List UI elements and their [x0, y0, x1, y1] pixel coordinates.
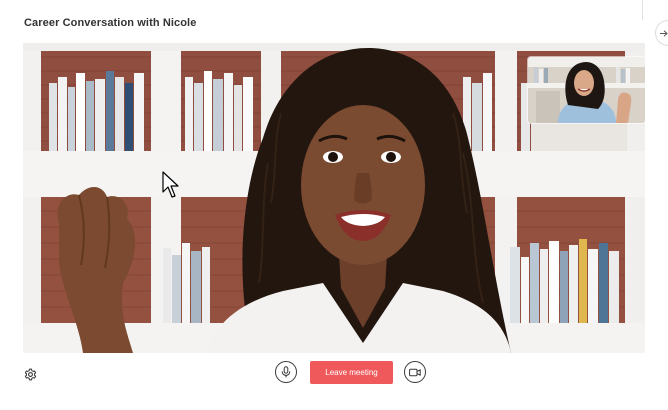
meeting-controls: Leave meeting: [0, 353, 668, 393]
self-view-video: [528, 57, 645, 123]
leave-meeting-button[interactable]: Leave meeting: [310, 361, 393, 384]
video-camera-icon: [409, 368, 421, 376]
meeting-title: Career Conversation with Nicole: [24, 17, 197, 29]
divider: [642, 0, 643, 20]
gear-icon: [24, 368, 36, 380]
main-video-feed: [23, 43, 645, 353]
settings-button[interactable]: [22, 366, 38, 382]
mouse-cursor-icon: [162, 171, 179, 198]
microphone-icon: [281, 366, 291, 378]
microphone-button[interactable]: [275, 361, 297, 383]
meeting-window: Career Conversation with Nicole Leave me…: [0, 0, 668, 410]
arrow-right-icon: [660, 29, 668, 37]
camera-button[interactable]: [404, 361, 426, 383]
self-view-thumbnail[interactable]: [528, 57, 645, 123]
sidebar-toggle-button[interactable]: [655, 20, 668, 46]
